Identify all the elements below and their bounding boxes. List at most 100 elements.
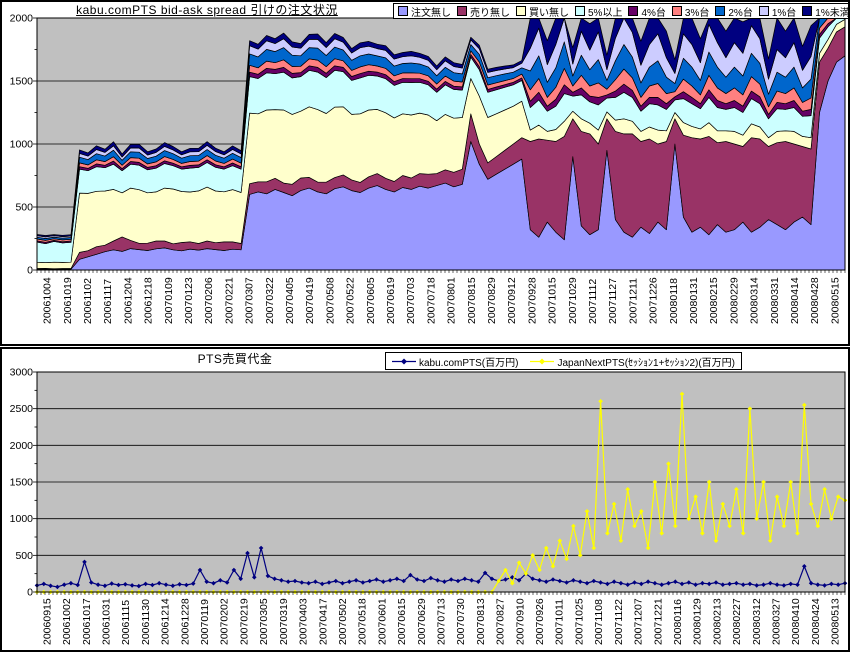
x-tick-label: 20071226 — [648, 277, 660, 324]
legend-label: 注文無し — [411, 4, 451, 19]
legend-item: 2%台 — [715, 4, 752, 19]
y-tick-label: 1000 — [10, 513, 34, 525]
x-tick-label: 20070405 — [284, 277, 296, 324]
legend-swatch-icon — [802, 6, 812, 16]
x-tick-label: 20071108 — [593, 599, 605, 645]
legend-swatch-icon — [759, 6, 769, 16]
x-tick-label: 20070123 — [183, 277, 195, 324]
x-tick-label: 20070829 — [486, 277, 498, 324]
x-tick-label: 20061228 — [179, 598, 191, 645]
x-tick-label: 20070202 — [219, 598, 231, 645]
x-tick-label: 20070221 — [223, 277, 235, 324]
y-tick-label: 1000 — [10, 139, 34, 151]
x-tick-label: 20080213 — [711, 598, 723, 645]
x-tick-label: 20080428 — [809, 277, 821, 324]
x-tick-label: 20080227 — [731, 598, 743, 645]
x-tick-label: 20070305 — [258, 598, 270, 645]
x-tick-label: 20070518 — [357, 598, 369, 645]
x-tick-label: 20070219 — [238, 598, 250, 645]
pts-turnover-chart: PTS売買代金 kabu.comPTS(百万円) JapanNextPTS(ｾｯｼ… — [0, 347, 850, 652]
x-tick-label: 20070615 — [396, 598, 408, 645]
x-tick-label: 20080131 — [688, 277, 700, 324]
x-tick-label: 20070417 — [317, 598, 329, 645]
x-tick-label: 20061102 — [82, 278, 94, 324]
x-tick-label: 20070629 — [416, 598, 428, 645]
legend-label: 5%以上 — [588, 4, 622, 19]
x-tick-label: 20080312 — [751, 598, 763, 645]
x-tick-label: 20061017 — [81, 598, 93, 645]
x-tick-label: 20070419 — [304, 277, 316, 324]
x-tick-label: 20070801 — [446, 277, 458, 324]
legend-item: 1%台 — [759, 4, 796, 19]
x-tick-label: 20080118 — [668, 278, 680, 324]
x-tick-label: 20080424 — [810, 598, 822, 645]
legend-item: 売り無し — [457, 4, 510, 19]
x-tick-label: 20070322 — [264, 277, 276, 324]
line-plot: 3000250020001500100050002006091520061002… — [2, 349, 848, 650]
legend-item: kabu.comPTS(百万円) — [392, 354, 518, 369]
y-tick-label: 1500 — [10, 477, 34, 489]
x-tick-label: 20071122 — [613, 599, 625, 645]
x-tick-label: 20070502 — [337, 598, 349, 645]
y-tick-label: 2500 — [10, 403, 34, 415]
x-tick-label: 20070713 — [436, 598, 448, 645]
x-tick-label: 20070815 — [466, 277, 478, 324]
x-tick-label: 20080116 — [672, 599, 684, 645]
x-tick-label: 20080327 — [771, 598, 783, 645]
x-tick-label: 20080414 — [789, 277, 801, 324]
legend-label: kabu.comPTS(百万円) — [419, 354, 518, 369]
x-tick-label: 20071211 — [627, 278, 639, 324]
legend-label: 2%台 — [728, 4, 752, 19]
legend-item: 買い無し — [516, 4, 569, 19]
x-tick-label: 20070813 — [475, 598, 487, 645]
x-tick-label: 20070508 — [324, 277, 336, 324]
x-tick-label: 20071015 — [547, 277, 559, 324]
x-tick-label: 20070703 — [405, 277, 417, 324]
bottom-chart-legend: kabu.comPTS(百万円) JapanNextPTS(ｾｯｼｮﾝ1+ｾｯｼｮ… — [385, 352, 742, 370]
legend-item: 1%未満 — [802, 4, 849, 19]
x-tick-label: 20080331 — [769, 277, 781, 324]
top-chart-title: kabu.comPTS bid-ask spread 引けの注文状況 — [42, 3, 372, 17]
y-tick-label: 1500 — [10, 76, 34, 88]
x-tick-label: 20080410 — [790, 598, 802, 645]
legend-item: 注文無し — [398, 4, 451, 19]
legend-swatch-icon — [575, 6, 585, 16]
x-tick-label: 20061117 — [102, 279, 114, 324]
x-tick-label: 20061019 — [62, 277, 74, 324]
x-tick-label: 20070109 — [163, 277, 175, 324]
legend-item: 4%台 — [628, 4, 665, 19]
x-tick-label: 20080314 — [749, 277, 761, 324]
legend-swatch-icon — [672, 6, 682, 16]
legend-swatch-icon — [516, 6, 526, 16]
x-tick-label: 20070928 — [526, 277, 538, 324]
x-tick-label: 20080515 — [829, 277, 841, 324]
bid-ask-spread-chart: kabu.comPTS bid-ask spread 引けの注文状況 注文無し売… — [0, 0, 850, 346]
bottom-chart-title: PTS売買代金 — [120, 352, 350, 366]
x-tick-label: 20070910 — [514, 598, 526, 645]
x-tick-label: 20071029 — [567, 277, 579, 324]
y-tick-label: 2000 — [10, 13, 34, 25]
x-tick-label: 20070912 — [506, 277, 518, 324]
x-tick-label: 20070619 — [385, 277, 397, 324]
legend-label: 4%台 — [641, 4, 665, 19]
legend-label: JapanNextPTS(ｾｯｼｮﾝ1+ｾｯｼｮﾝ2)(百万円) — [557, 354, 735, 369]
y-tick-label: 0 — [27, 265, 33, 277]
x-tick-label: 20070718 — [425, 277, 437, 324]
y-tick-label: 3000 — [10, 367, 34, 379]
x-tick-label: 20070403 — [298, 598, 310, 645]
x-tick-label: 20061031 — [100, 598, 112, 645]
legend-item: 3%台 — [672, 4, 709, 19]
x-tick-label: 20080513 — [830, 598, 842, 645]
legend-line-marker-icon — [392, 357, 416, 366]
legend-label: 3%台 — [685, 4, 709, 19]
x-tick-label: 20070119 — [199, 599, 211, 645]
x-tick-label: 20080229 — [728, 277, 740, 324]
x-tick-label: 20061002 — [61, 598, 73, 645]
legend-swatch-icon — [628, 6, 638, 16]
y-tick-label: 500 — [15, 202, 33, 214]
x-tick-label: 20061214 — [160, 598, 172, 645]
x-tick-label: 20071112 — [587, 279, 599, 324]
top-chart-legend: 注文無し売り無し買い無し 5%以上 4%台 3%台 2%台 1%台 1%未満 — [393, 3, 850, 19]
x-tick-label: 20060915 — [41, 598, 53, 645]
x-tick-label: 20070319 — [278, 598, 290, 645]
